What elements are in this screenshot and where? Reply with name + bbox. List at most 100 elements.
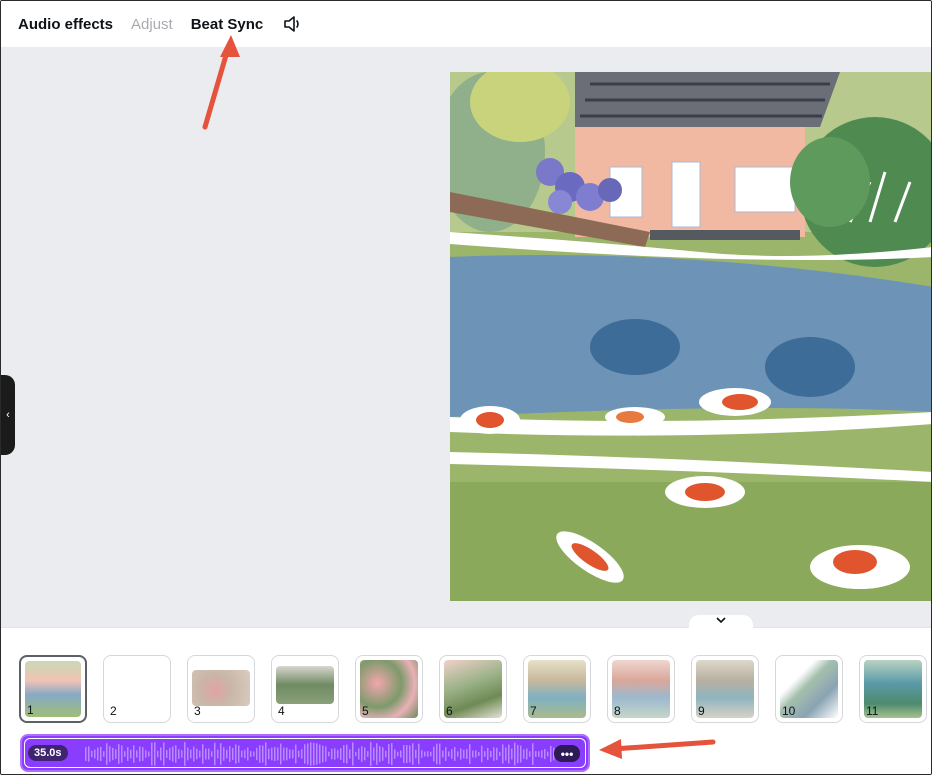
- beat-sync-button[interactable]: Beat Sync: [191, 16, 264, 33]
- waveform-bar: [211, 751, 213, 757]
- waveform-bar: [355, 751, 357, 757]
- waveform-bar: [106, 743, 108, 765]
- side-panel-toggle[interactable]: ‹: [1, 375, 15, 455]
- waveform-bar: [523, 749, 525, 759]
- waveform-bar: [424, 751, 426, 757]
- waveform-bar: [532, 743, 534, 765]
- waveform-bar: [544, 748, 546, 760]
- waveform-bar: [406, 745, 408, 763]
- waveform-bar: [121, 745, 123, 763]
- waveform-bar: [517, 744, 519, 764]
- page-number: 3: [194, 704, 201, 718]
- page-thumbnail-10[interactable]: 10: [775, 655, 843, 723]
- waveform-bar: [103, 751, 105, 757]
- waveform-bar: [130, 749, 132, 759]
- waveform-bar: [472, 750, 474, 758]
- audio-track[interactable]: 35.0s •••: [20, 734, 590, 772]
- waveform-bar: [493, 747, 495, 761]
- page-thumbnail-4[interactable]: 4: [271, 655, 339, 723]
- waveform-bar: [142, 747, 144, 761]
- chevron-left-icon: ‹: [6, 409, 10, 421]
- waveform-bar: [181, 750, 183, 758]
- waveform-bar: [421, 750, 423, 758]
- waveform-bar: [289, 749, 291, 759]
- page-number: 5: [362, 704, 369, 718]
- waveform-bar: [502, 744, 504, 764]
- waveform-bar: [127, 747, 129, 761]
- waveform-bar: [451, 749, 453, 759]
- koi-pond-artwork[interactable]: [450, 72, 931, 601]
- page-thumbnail-1[interactable]: 1: [19, 655, 87, 723]
- waveform-bar: [124, 751, 126, 757]
- speaker-icon[interactable]: [281, 12, 305, 36]
- audio-track-inner: [24, 738, 586, 768]
- waveform-bar: [511, 748, 513, 760]
- waveform-bar: [481, 745, 483, 763]
- waveform-bar: [454, 747, 456, 761]
- waveform-bar: [133, 745, 135, 763]
- waveform-bar: [394, 749, 396, 759]
- page-thumbnail-11[interactable]: 11: [859, 655, 927, 723]
- waveform-bar: [265, 742, 267, 766]
- waveform-bar: [535, 751, 537, 757]
- waveform-bar: [199, 750, 201, 758]
- waveform-bar: [352, 742, 354, 766]
- page-number: 8: [614, 704, 621, 718]
- waveform-bar: [253, 751, 255, 757]
- page-thumbnail-6[interactable]: 6: [439, 655, 507, 723]
- waveform-bar: [337, 749, 339, 759]
- waveform-bar: [244, 749, 246, 759]
- waveform-bar: [373, 747, 375, 761]
- waveform-bar: [403, 744, 405, 764]
- waveform-bar: [94, 749, 96, 759]
- waveform-bar: [196, 748, 198, 760]
- waveform-bar: [499, 751, 501, 757]
- waveform-bar: [109, 746, 111, 762]
- page-number: 2: [110, 704, 117, 718]
- waveform-bar: [208, 748, 210, 760]
- waveform-bar: [547, 751, 549, 757]
- page-number: 9: [698, 704, 705, 718]
- more-horizontal-icon[interactable]: •••: [554, 745, 580, 762]
- waveform-bar: [286, 747, 288, 761]
- timeline-collapse-button[interactable]: [689, 615, 753, 631]
- page-thumbnail-3[interactable]: 3: [187, 655, 255, 723]
- waveform-bar: [157, 750, 159, 758]
- page-thumbnail-7[interactable]: 7: [523, 655, 591, 723]
- waveform-bar: [238, 745, 240, 763]
- page-thumbnail-9[interactable]: 9: [691, 655, 759, 723]
- adjust-button[interactable]: Adjust: [131, 16, 173, 33]
- waveform-bar: [193, 746, 195, 762]
- waveform-bar: [250, 751, 252, 757]
- waveform-bar: [388, 744, 390, 764]
- page-thumbnail-5[interactable]: 5: [355, 655, 423, 723]
- waveform-bar: [490, 750, 492, 758]
- waveform-bar: [475, 750, 477, 758]
- waveform-bar: [256, 747, 258, 761]
- waveform-bar: [88, 746, 90, 762]
- waveform-bar: [295, 744, 297, 764]
- waveform-bar: [202, 744, 204, 764]
- waveform-bar: [277, 747, 279, 761]
- waveform-bar: [232, 747, 234, 761]
- waveform-bar: [226, 749, 228, 759]
- waveform-bar: [346, 744, 348, 764]
- waveform-bar: [391, 743, 393, 765]
- waveform-bar: [187, 747, 189, 761]
- waveform-bar: [307, 743, 309, 765]
- waveform-bar: [175, 745, 177, 763]
- waveform-bar: [430, 751, 432, 757]
- page-thumbnail-8[interactable]: 8: [607, 655, 675, 723]
- waveform-bar: [541, 750, 543, 758]
- waveform-bar: [292, 749, 294, 759]
- waveform-bar: [259, 745, 261, 763]
- waveform-bar: [214, 742, 216, 766]
- waveform-bar: [163, 742, 165, 766]
- waveform-bar: [343, 745, 345, 763]
- waveform-bar: [184, 742, 186, 766]
- waveform-bar: [433, 746, 435, 762]
- waveform-bar: [367, 751, 369, 757]
- waveform-bar: [154, 742, 156, 766]
- page-thumbnail-2[interactable]: 2: [103, 655, 171, 723]
- audio-effects-button[interactable]: Audio effects: [18, 16, 113, 33]
